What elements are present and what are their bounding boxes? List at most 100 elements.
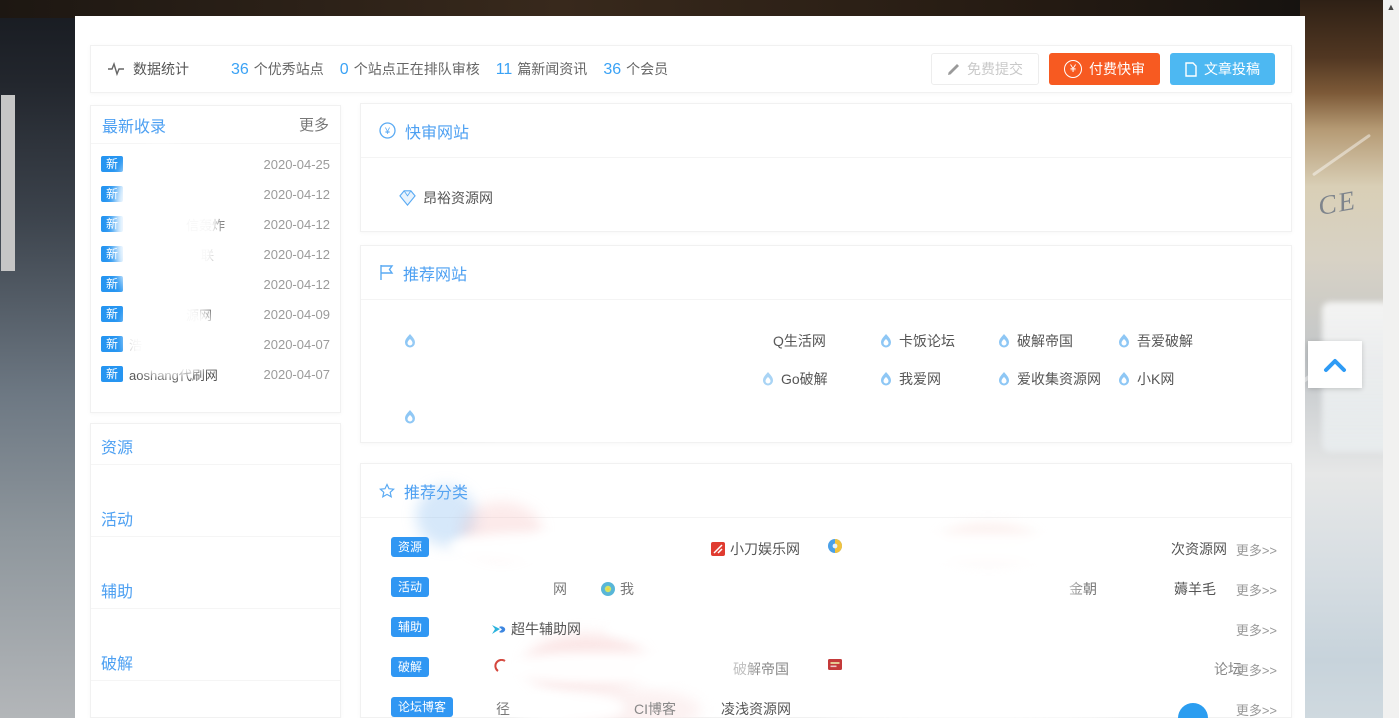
latest-entries-list: 新 2020-04-25 新 2020-04-12 新 信轰炸 2020-04-… xyxy=(91,144,340,389)
site-link[interactable]: 吾爱破解 xyxy=(1117,330,1193,352)
sidebar-category-crack[interactable]: 破解 xyxy=(101,650,133,672)
category-badge[interactable]: 辅助 xyxy=(391,617,429,637)
round-site-icon xyxy=(601,582,615,596)
scrollbar-thumb[interactable] xyxy=(1,95,15,271)
more-link[interactable]: 更多>> xyxy=(1236,540,1277,559)
category-badge[interactable]: 活动 xyxy=(391,577,429,597)
entry-date: 2020-04-12 xyxy=(264,187,331,202)
latest-entries-title: 最新收录 xyxy=(102,113,166,137)
category-badge[interactable]: 论坛博客 xyxy=(391,697,453,717)
site-link[interactable]: 小K网 xyxy=(1117,368,1174,390)
new-badge: 新 xyxy=(101,216,123,232)
recommended-sites-panel: 推荐网站 Q生活网 卡饭论坛 破解帝国 吾爱破解 Go破解 我爱网 xyxy=(360,245,1292,443)
site-name: Q生活网 xyxy=(773,331,826,351)
more-link[interactable]: 更多>> xyxy=(1236,620,1277,639)
article-submit-button[interactable]: 文章投稿 xyxy=(1170,53,1275,85)
more-link[interactable]: 更多>> xyxy=(1236,580,1277,599)
blur-blob xyxy=(421,394,711,440)
gem-icon xyxy=(399,190,416,206)
flame-icon xyxy=(997,371,1011,387)
article-submit-label: 文章投稿 xyxy=(1204,59,1260,79)
site-name: Go破解 xyxy=(781,369,828,389)
site-link[interactable]: 卡饭论坛 xyxy=(879,330,955,352)
stat-unit: 篇新闻资讯 xyxy=(517,59,587,79)
sidebar-category-activities[interactable]: 活动 xyxy=(101,506,133,528)
more-link[interactable]: 更多>> xyxy=(1236,700,1277,718)
site-name: 次资源网 xyxy=(1171,539,1227,559)
entry-date: 2020-04-07 xyxy=(264,367,331,382)
entry-date: 2020-04-25 xyxy=(264,157,331,172)
site-link[interactable]: 小刀娱乐网 xyxy=(711,539,800,559)
scrollbar-up-arrow[interactable]: ▲ xyxy=(1383,2,1399,12)
new-badge: 新 xyxy=(101,306,123,322)
site-name-fragment[interactable]: 径 xyxy=(496,699,510,718)
site-name: 超牛辅助网 xyxy=(511,619,581,639)
site-name: 凌浅资源网 xyxy=(721,699,791,718)
yen-icon: ¥ xyxy=(1064,60,1082,78)
site-name-fragment: 我 xyxy=(620,579,634,599)
recommended-sites-title: 推荐网站 xyxy=(403,261,467,285)
flame-icon xyxy=(403,409,417,425)
site-link[interactable] xyxy=(403,330,417,352)
site-link[interactable] xyxy=(403,406,417,428)
stat-value: 36 xyxy=(231,61,249,79)
site-link[interactable]: Go破解 xyxy=(761,368,828,390)
scrollbar[interactable]: ▲ xyxy=(1383,0,1399,718)
flame-icon xyxy=(879,333,893,349)
latest-more-link[interactable]: 更多 xyxy=(299,114,329,135)
list-item[interactable]: 新 2020-04-25 xyxy=(101,149,330,179)
list-item[interactable]: 新 信轰炸 2020-04-12 xyxy=(101,209,330,239)
site-link[interactable]: 爱收集资源网 xyxy=(997,368,1101,390)
list-item[interactable]: 新 联 2020-04-12 xyxy=(101,239,330,269)
fast-review-site[interactable]: 昂裕资源网 xyxy=(399,188,493,208)
list-item[interactable]: 新 2020-04-12 xyxy=(101,179,330,209)
site-name-fragment[interactable]: 网 xyxy=(553,579,567,599)
site-link[interactable]: CI博客 xyxy=(634,699,676,718)
entry-date: 2020-04-12 xyxy=(264,217,331,232)
paid-review-button[interactable]: ¥ 付费快审 xyxy=(1049,53,1160,85)
free-submit-button[interactable]: 免费提交 xyxy=(931,53,1039,85)
category-row: 活动 网 我 金朝 薅羊毛 更多>> xyxy=(391,576,1277,602)
list-item[interactable]: 新 浩 2020-04-07 xyxy=(101,329,330,359)
category-badge[interactable]: 资源 xyxy=(391,537,429,557)
blur-blob xyxy=(606,612,1156,644)
site-link[interactable]: 我爱网 xyxy=(879,368,941,390)
site-link[interactable]: 薅羊毛 xyxy=(1174,579,1216,599)
site-link[interactable] xyxy=(828,539,842,553)
site-name: 我爱网 xyxy=(899,369,941,389)
site-name-fragment[interactable]: 金朝 xyxy=(1069,579,1097,599)
entry-date: 2020-04-07 xyxy=(264,337,331,352)
site-link[interactable]: 超牛辅助网 xyxy=(491,619,581,639)
red-arc-site-icon[interactable] xyxy=(494,659,508,673)
list-item[interactable]: 新 2020-04-12 xyxy=(101,269,330,299)
site-link[interactable]: 我 xyxy=(601,579,634,599)
pencil-icon xyxy=(947,63,960,76)
site-name: 昂裕资源网 xyxy=(423,188,493,208)
list-item[interactable]: 新 aoshang代刷网 2020-04-07 xyxy=(101,359,330,389)
sidebar-category-assist[interactable]: 辅助 xyxy=(101,578,133,600)
site-name: 卡饭论坛 xyxy=(899,331,955,351)
more-link[interactable]: 更多>> xyxy=(1236,660,1277,679)
blur-blob xyxy=(419,306,739,366)
free-submit-label: 免费提交 xyxy=(967,59,1023,79)
new-badge: 新 xyxy=(101,186,123,202)
sidebar-category-resources[interactable]: 资源 xyxy=(101,434,133,456)
stat-value: 36 xyxy=(603,61,621,79)
knife-site-icon xyxy=(711,542,725,556)
site-name: 小刀娱乐网 xyxy=(730,539,800,559)
blur-blob xyxy=(821,692,1121,718)
back-to-top-button[interactable] xyxy=(1308,341,1362,388)
site-link[interactable]: 破解帝国 xyxy=(733,659,789,679)
red-square-site-icon[interactable] xyxy=(828,659,842,670)
list-item[interactable]: 新 源网 2020-04-09 xyxy=(101,299,330,329)
site-link[interactable]: Q生活网 xyxy=(773,330,826,352)
divider xyxy=(91,536,340,537)
site-link[interactable]: 破解帝国 xyxy=(997,330,1073,352)
stat-unit: 个优秀站点 xyxy=(254,59,324,79)
fast-review-title: 快审网站 xyxy=(405,119,469,143)
recommended-categories-title: 推荐分类 xyxy=(404,479,468,503)
category-badge[interactable]: 破解 xyxy=(391,657,429,677)
site-link[interactable]: 次资源网 xyxy=(1171,539,1227,559)
site-link[interactable]: 凌浅资源网 xyxy=(721,699,791,718)
category-row: 破解 破解帝国 论坛 更多>> xyxy=(391,656,1277,682)
